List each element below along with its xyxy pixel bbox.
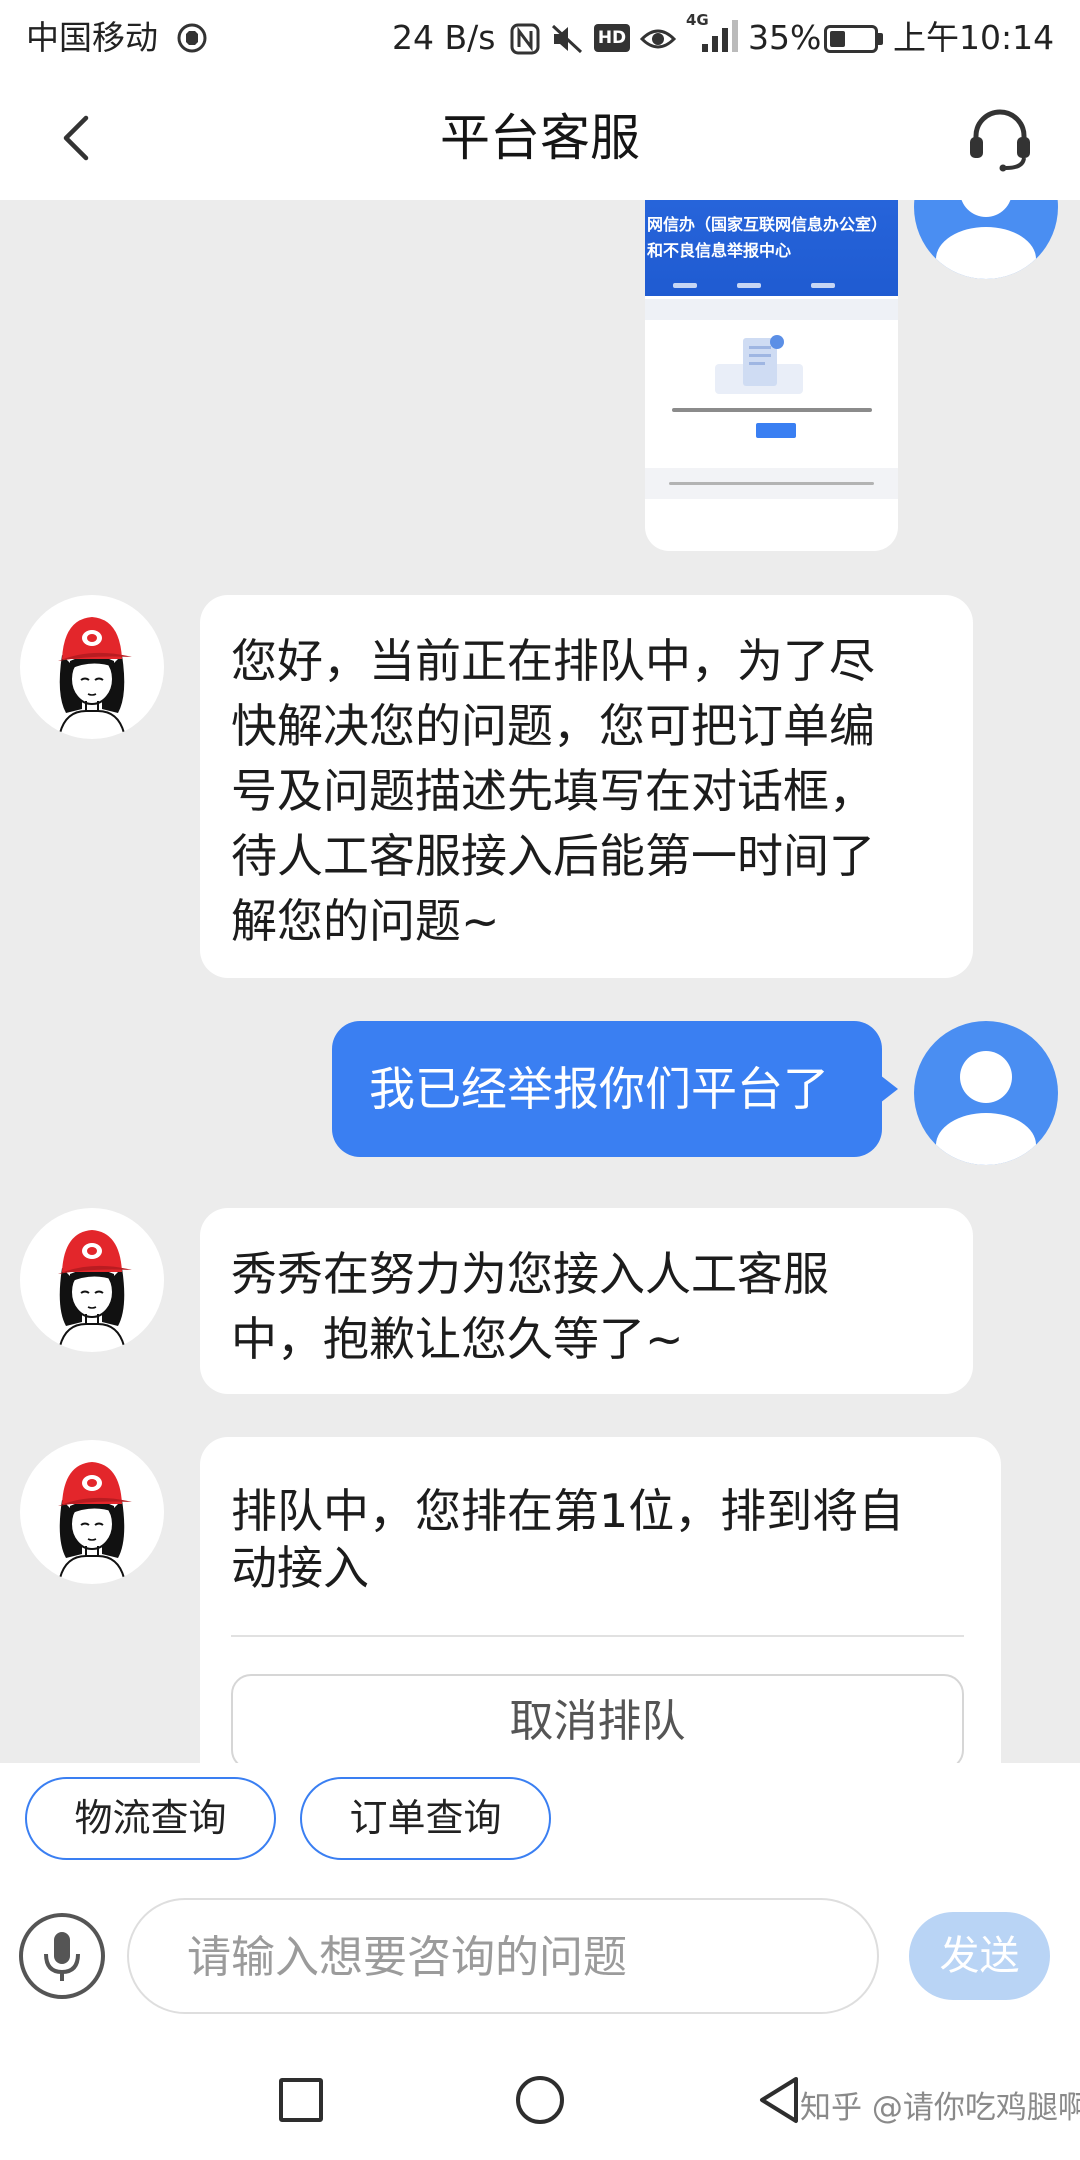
image-message[interactable]: 网信办（国家互联网信息办公室） 和不良信息举报中心 <box>645 200 898 551</box>
recent-apps-icon[interactable] <box>279 2078 323 2122</box>
message-input-container[interactable] <box>127 1898 879 2014</box>
quick-action-logistics[interactable]: 物流查询 <box>25 1777 276 1860</box>
image-inner-button <box>756 423 796 438</box>
battery-icon <box>824 25 878 53</box>
clock: 上午10:14 <box>893 18 1055 57</box>
carrier-label: 中国移动 <box>26 18 158 57</box>
headset-icon <box>970 109 1030 172</box>
battery-percent: 35% <box>748 18 822 57</box>
back-triangle-icon[interactable] <box>756 2074 802 2126</box>
bot-message-bubble[interactable]: 秀秀在努力为您接入人工客服 中，抱歉让您久等了~ <box>200 1208 973 1394</box>
image-tab-text <box>737 283 761 288</box>
image-strip <box>645 299 898 320</box>
bot-girl-avatar-icon <box>20 1208 164 1352</box>
battery-level <box>830 31 845 47</box>
message-text-line: 待人工客服接入后能第一时间了 <box>231 829 875 883</box>
message-text-line: 快解决您的问题，您可把订单编 <box>231 699 875 753</box>
status-app-icon <box>177 23 207 53</box>
send-button[interactable]: 发送 <box>909 1912 1050 2000</box>
user-avatar[interactable] <box>914 200 1058 279</box>
image-headline-2: 和不良信息举报中心 <box>647 241 792 260</box>
mute-icon <box>551 24 583 54</box>
signal-icon <box>702 20 738 52</box>
home-icon[interactable] <box>516 2076 564 2124</box>
status-bar: 中国移动 24 B/s HD 4G 35% 上午10:14 <box>0 0 1080 76</box>
bot-girl-avatar-icon <box>20 1440 164 1584</box>
message-list[interactable]: 网信办（国家互联网信息办公室） 和不良信息举报中心 您好，当前正在排队中，为了尽… <box>0 200 1080 1763</box>
bot-queue-message-bubble[interactable]: 排队中，您排在第1位，排到将自 动接入 取消排队 <box>200 1437 1001 1763</box>
user-avatar-icon <box>914 200 1058 279</box>
customer-service-button[interactable] <box>964 104 1036 172</box>
net-speed: 24 B/s <box>392 18 496 57</box>
bot-avatar[interactable] <box>20 1440 164 1584</box>
user-avatar[interactable] <box>914 1021 1058 1165</box>
eye-icon <box>640 29 676 49</box>
message-text-line: 中，抱歉让您久等了~ <box>231 1312 684 1366</box>
bot-message-bubble[interactable]: 您好，当前正在排队中，为了尽 快解决您的问题，您可把订单编 号及问题描述先填写在… <box>200 595 973 978</box>
user-message-bubble[interactable]: 我已经举报你们平台了 <box>332 1021 898 1157</box>
nfc-icon <box>510 23 540 55</box>
bubble-divider <box>231 1635 964 1637</box>
message-input[interactable] <box>187 1926 847 1988</box>
message-text-line: 号及问题描述先填写在对话框， <box>231 764 875 818</box>
battery-cap <box>878 33 883 45</box>
image-footer-text <box>669 482 874 485</box>
message-text-line: 您好，当前正在排队中，为了尽 <box>231 634 875 688</box>
message-text-line: 动接入 <box>231 1541 369 1595</box>
image-text-line <box>672 408 872 412</box>
image-illustration <box>715 335 803 394</box>
bot-girl-avatar-icon <box>20 595 164 739</box>
watermark: 知乎 @请你吃鸡腿啊 <box>800 2090 1080 2126</box>
message-text-line: 解您的问题~ <box>231 894 500 948</box>
microphone-icon <box>19 1913 105 1999</box>
message-text-line: 秀秀在努力为您接入人工客服 <box>231 1247 829 1301</box>
bot-avatar[interactable] <box>20 1208 164 1352</box>
voice-input-button[interactable] <box>18 1912 106 2000</box>
image-tab-text <box>811 283 835 288</box>
user-avatar-icon <box>914 1021 1058 1165</box>
image-tab-text <box>673 283 697 288</box>
bot-avatar[interactable] <box>20 595 164 739</box>
top-nav-header: 平台客服 <box>0 76 1080 200</box>
quick-action-orders[interactable]: 订单查询 <box>300 1777 551 1860</box>
message-text: 我已经举报你们平台了 <box>369 1062 829 1116</box>
chat-screen: 中国移动 24 B/s HD 4G 35% 上午10:14 平台客服 网信办（国… <box>0 0 1080 2160</box>
page-title: 平台客服 <box>440 109 640 167</box>
message-text-line: 排队中，您排在第1位，排到将自 <box>231 1484 905 1538</box>
hd-icon: HD <box>594 24 630 52</box>
cancel-queue-button[interactable]: 取消排队 <box>231 1674 964 1763</box>
image-headline-1: 网信办（国家互联网信息办公室） <box>647 215 888 234</box>
